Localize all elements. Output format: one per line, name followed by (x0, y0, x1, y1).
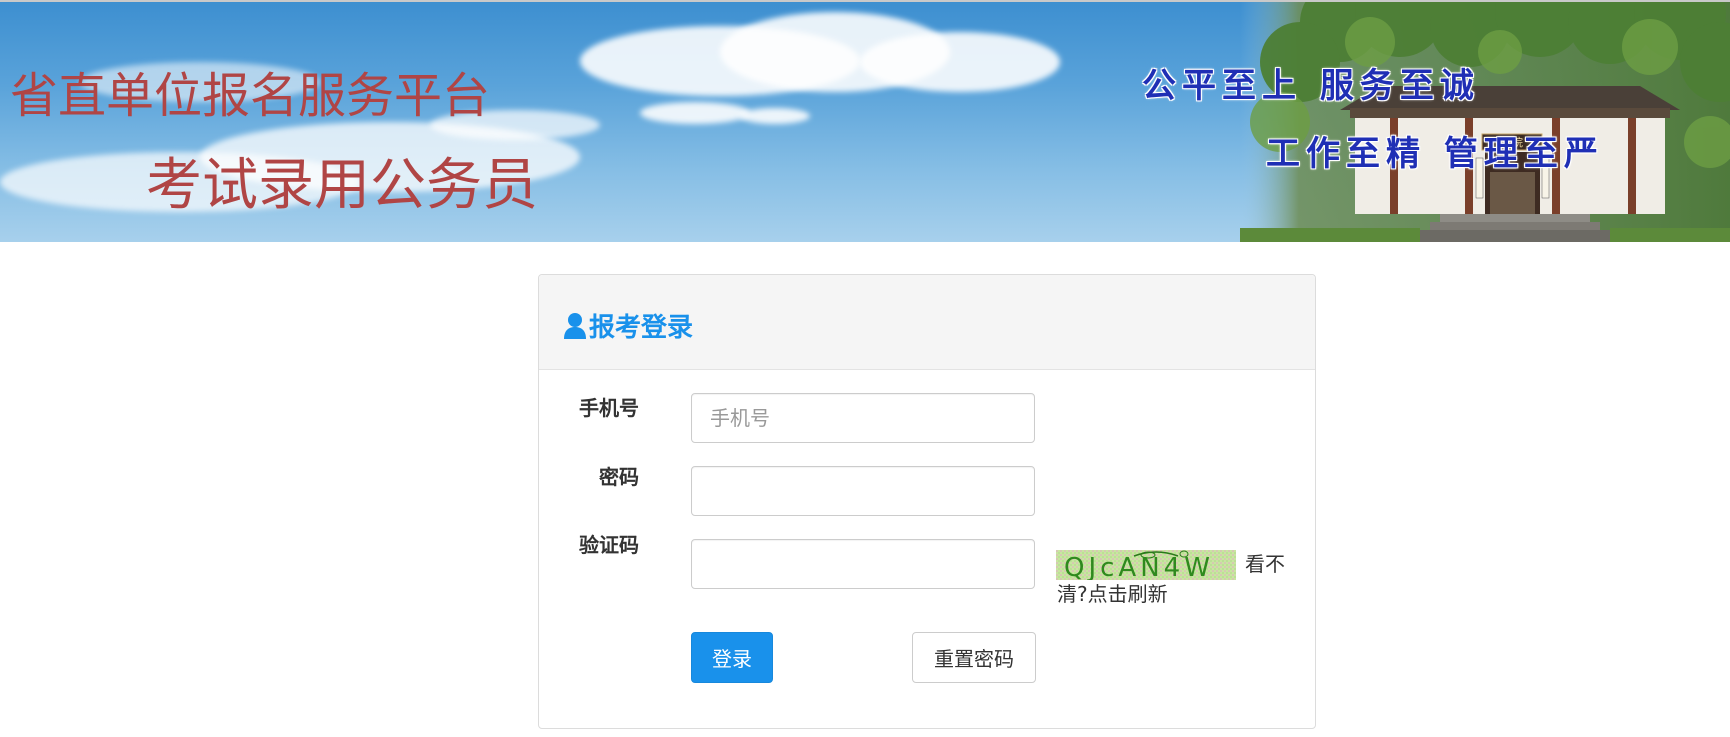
academy-building-image: 書院 (1240, 2, 1730, 242)
login-title-text: 报考登录 (589, 313, 694, 343)
captcha-refresh-link[interactable]: 看不清?点击刷新 (1057, 549, 1297, 609)
motto-line-2: 工作至精 管理至严 (1266, 134, 1604, 174)
site-title: 省直单位报名服务平台 (10, 68, 491, 124)
motto-line-1: 公平至上 服务至诚 (1142, 66, 1480, 106)
password-label: 密码 (599, 465, 639, 489)
captcha-label: 验证码 (579, 533, 639, 557)
header-banner: 書院 省直单位报名服务平台 考试录用公务员 公平至上 服务至诚 工作至精 管理至… (0, 0, 1730, 242)
login-title: 报考登录 (563, 307, 693, 344)
cloud-decoration (860, 32, 1060, 92)
cloud-decoration (640, 102, 750, 124)
site-subtitle: 考试录用公务员 (146, 153, 538, 218)
user-icon (564, 312, 586, 339)
phone-label: 手机号 (579, 396, 639, 420)
login-panel-header: 报考登录 (539, 275, 1315, 370)
cloud-decoration (740, 108, 810, 124)
captcha-input[interactable] (691, 539, 1035, 589)
password-input[interactable] (691, 466, 1035, 516)
login-button[interactable]: 登录 (691, 632, 773, 683)
reset-password-button[interactable]: 重置密码 (912, 632, 1036, 683)
phone-input[interactable] (691, 393, 1035, 443)
login-panel: 报考登录 手机号 密码 验证码 QJcAN4W 看不清?点击刷新 登录 重置密码 (538, 274, 1316, 729)
